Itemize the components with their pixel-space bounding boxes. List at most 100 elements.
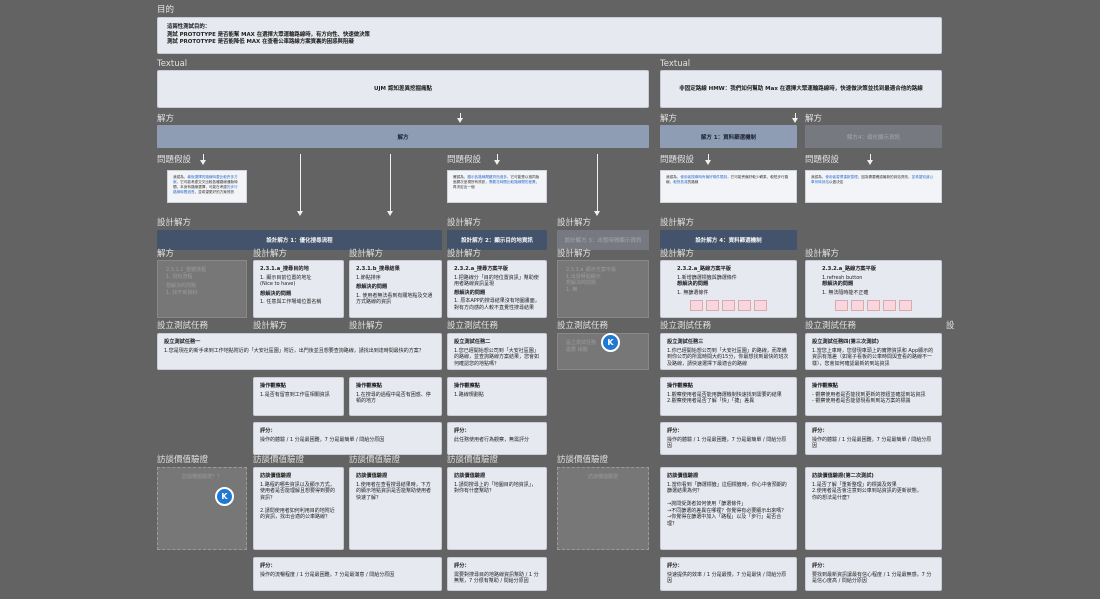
card-title: 評分：	[260, 563, 276, 569]
solution-card-refresh[interactable]: 2.3.2.a_路線方案平版 1.refresh button 想解決的問題 1…	[805, 260, 942, 318]
interview-card-placeholder-1[interactable]: 訪談價值驗證？？	[157, 467, 247, 550]
solution-card-route-plan[interactable]: 2.3.2.a_搜尋方案平版 1.把路線分「目的地位置資訊」幫助使用者路線資訊呈…	[447, 260, 547, 318]
interview-card-3[interactable]: 訪談價值驗證 1.請問搜尋上的「地圖目的地資訊」，對你有什麼幫助？	[447, 467, 547, 550]
filter-mockup-thumbnails	[677, 300, 780, 311]
design-sub-label: 設計解方	[660, 249, 695, 259]
card-title: 訪談價值驗證	[356, 473, 388, 479]
interview-label: 訪談價值驗證	[253, 455, 305, 465]
score-card-8[interactable]: 評分： 要找到最新資訊讓最有信心程度 / 1 分是最無感，7 分是信心度高 / …	[805, 557, 942, 591]
card-text: 1. 任意與工作場域位置名稱	[260, 299, 322, 305]
card-text: 1. 使用者無法看到有關地點及交通方式路線的資訊	[356, 292, 433, 306]
interview-card-2[interactable]: 訪談價值驗證 1.使用者在查看搜尋結果時，下方的顯示地點資訊是否能幫助使用者快速…	[349, 467, 442, 550]
interview-card-5[interactable]: 訪談價值驗證(第二次測試) 1.是否了解「重新整理」的標識及效果 2.使用者是否…	[805, 467, 942, 550]
card-title: 評分：	[454, 428, 470, 434]
task-label: 設立測試任務	[557, 321, 609, 331]
design-solution-1-text: 設計解方 1：優化搜尋流程	[266, 238, 333, 244]
task-card-3[interactable]: 設立測試任務三 1.你已經開始想公司到「大安社區園」的路線，而準備到你公司的所需…	[660, 333, 797, 370]
task-card-2[interactable]: 設立測試任務二 1.您已經開始想公司到「大安社區園」的路線，並查詢路線方案結果，…	[447, 333, 547, 370]
design-solution-3-bar[interactable]: 設計解方 3：出發時間顯示資訊	[557, 230, 649, 250]
interview-card-1[interactable]: 訪談價值驗證 1.路程的哪些資訊以及顯示方式，使用者是否能理解且想要得到要的資訊…	[253, 467, 344, 550]
design-solution-2-bar[interactable]: 設計解方 2：顯示目的地資訊	[447, 230, 547, 250]
goal-box[interactable]: 這兩性測試目的： 測試 PROTOTYPE 是否能幫 MAX 在選擇大眾運輸路線…	[157, 17, 942, 54]
hypothesis-card-1[interactable]: 我認為，最後選擇的路線時要比較許多方案，它可能考慮交叉比較各種路線通勤時間、本身…	[167, 170, 247, 203]
interview-label: 訪談價值驗證	[557, 455, 609, 465]
textual-left-box[interactable]: UJM 認知差異挖掘痛點	[157, 70, 649, 108]
solution-bar-text: 解方	[397, 134, 409, 141]
hypothesis-card-3[interactable]: 我認為，使用者搜尋時有偏好條件限制，它可能會偏好較少轉乘、較短步行路線、較快抵達…	[660, 170, 797, 203]
solution-card-departure[interactable]: 2.3.3.a_顯示方案平版 1.出發時間顯示 想解決的問題 1. 無	[557, 260, 649, 318]
hypothesis-text: ，並希望更好的方案資訊	[194, 190, 235, 194]
flow-arrow	[387, 154, 393, 216]
card-text: 操作的體驗 / 1 分是最困難，7 分是最簡單 / 問給分原因	[667, 436, 787, 450]
card-title: 操作觀察點	[812, 383, 838, 389]
design-solution-4-text: 設計解方 4：資料篩選機制	[695, 238, 762, 244]
score-card-2[interactable]: 評分： 此任務使用者行為觀察，無需評分	[447, 422, 547, 455]
card-text: 1.觀察使用者是否能用篩選機制快速找到需要的結果 2.觀察使用者是否了解「快」「…	[667, 391, 782, 405]
design-label-1: 設計解方	[157, 218, 192, 228]
card-text: 1. 找不到資料	[166, 289, 198, 296]
design-sub-label: 設計解方	[253, 321, 288, 331]
interview-label: 訪談價值驗證	[447, 455, 499, 465]
hypothesis-card-4[interactable]: 我認為，使用者習慣重新整理，因為需要確認最新的到站資訊，並希望知道公車何時到站以…	[805, 170, 942, 203]
card-text: 1.當您上車時，您發現車頭上的實際資訊和 App顯示的資訊有落差（如電子看板的公…	[812, 347, 934, 367]
flow-arrow	[457, 113, 463, 123]
solution-4-bar[interactable]: 解方4：個化顯示資訊	[805, 125, 942, 148]
score-card-4[interactable]: 評分： 操作的體驗 / 1 分是最困難，7 分是最簡單 / 問給分原因	[805, 422, 942, 455]
solution-1-bar[interactable]: 解方 1：資料篩選機制	[660, 125, 797, 148]
ops-card-3[interactable]: 操作觀察點 1.路線規劃點	[447, 377, 547, 416]
card-text: 想解決的問題	[454, 289, 486, 296]
goal-line-1: 這兩性測試目的：	[167, 24, 211, 30]
card-text: 操作的體驗 / 1 分是最困難，7 分是最簡單 / 問給分原因	[812, 436, 932, 450]
solution-card-overall[interactable]: 2.3.1.1_整體流程 1. 現有流程 想解決的問題 1. 找不到資料	[157, 260, 247, 318]
ops-card-1[interactable]: 操作觀察點 1.是否有留意到工作區相關資訊	[253, 377, 344, 416]
solution-card-results[interactable]: 2.3.1.b_搜尋結果 1.節點排序 想解決的問題 1. 使用者無法看到有關地…	[349, 260, 442, 318]
card-title: 設立測試任務四(第三次測試)	[812, 339, 879, 345]
solution-sub-label: 解方	[157, 249, 175, 259]
task-card-4[interactable]: 設立測試任務四(第三次測試) 1.當您上車時，您發現車頭上的實際資訊和 App顯…	[805, 333, 942, 370]
task-card-1[interactable]: 設立測試任務一 1.您是現在的新手來到工作地點附近的「大安社區園」附近，出門後並…	[157, 333, 442, 370]
design-solution-4-bar[interactable]: 設計解方 4：資料篩選機制	[660, 230, 797, 250]
card-text: 1.節點排序	[356, 274, 381, 281]
task-label-cut: 設	[946, 321, 955, 331]
hypothesis-highlight: 顯示各路線關鍵資訊過多	[467, 175, 507, 179]
interview-card-placeholder-2[interactable]: 訪談價值驗證	[557, 467, 649, 550]
refresh-mockup-thumbnails	[822, 300, 925, 311]
card-title: 評分：	[812, 428, 828, 434]
textual-right-box[interactable]: 非固定路線 HMW：我們如何幫助 Max 在選擇大眾運輸路線時，快速做決策並找到…	[660, 70, 942, 108]
card-title: 操作觀察點	[260, 383, 286, 389]
hypothesis-text: ，因為需要確認最新的到站資訊，	[857, 175, 912, 179]
solution-1-text: 解方 1：資料篩選機制	[700, 134, 757, 141]
flow-arrow	[200, 154, 206, 165]
hypothesis-highlight: 使用者搜尋時有偏好條件限制	[680, 175, 728, 179]
hypothesis-card-2[interactable]: 確認為，顯示各路線關鍵資訊過多，它可能是以相同版面層次呈現所有資訊，需要花時間比…	[447, 170, 547, 203]
card-title: 訪談價值驗證	[667, 473, 699, 479]
score-card-3[interactable]: 評分： 操作的體驗 / 1 分是最困難，7 分是最簡單 / 問給分原因	[660, 422, 797, 455]
solution-card-destination[interactable]: 2.3.1.a_搜尋目的地 1. 顯示目前位置的地址 (Nice to have…	[253, 260, 344, 318]
score-card-1[interactable]: 評分： 操作的體驗 / 1 分是最困難，7 分是最簡單 / 問給分原因	[253, 422, 442, 455]
score-card-5[interactable]: 評分： 操作的流暢程度 / 1 分是最困難，7 分是最滿意 / 問給分原因	[253, 557, 442, 591]
card-text: - 觀察使用者是否能找到更新的按鈕並確認到站資訊 - 觀察使用者是否能發現看到到…	[812, 391, 926, 405]
solution-4-text: 解方4：個化顯示資訊	[847, 134, 900, 141]
card-text: 1.您是現在的新手來到工作地點附近的「大安社區園」附近，出門後並且想要查詢路線，…	[164, 347, 424, 354]
design-solution-1-bar[interactable]: 設計解方 1：優化搜尋流程	[157, 230, 442, 250]
card-title: 訪談價值驗證	[260, 473, 292, 479]
card-text: 1.路線規劃點	[454, 391, 484, 398]
interview-card-4[interactable]: 訪談價值驗證 1.當你看到「篩選標籤」這個標籤時，你心中會預期的篩選結果為何？ …	[660, 467, 797, 550]
ops-card-4[interactable]: 操作觀察點 1.觀察使用者是否能用篩選機制快速找到需要的結果 2.觀察使用者是否…	[660, 377, 797, 416]
card-title: 訪談價值驗證	[587, 474, 618, 480]
ops-card-5[interactable]: 操作觀察點 - 觀察使用者是否能找到更新的按鈕並確認到站資訊 - 觀察使用者是否…	[805, 377, 942, 416]
score-card-7[interactable]: 評分： 快速提供的效率 / 1 分是最慢，7 分是最快 / 問給分原因	[660, 557, 797, 591]
solution-bar[interactable]: 解方	[157, 125, 649, 148]
solution-card-filter[interactable]: 2.3.2.a_路線方案平版 1.新增篩選標籤與篩選條件 想解決的問題 1. 無…	[660, 260, 797, 318]
user-avatar[interactable]: K	[215, 487, 234, 506]
card-title: 2.3.2.a_搜尋方案平版	[454, 266, 508, 272]
card-title: 2.3.2.a_路線方案平版	[677, 266, 731, 272]
card-text: 要找到最新資訊讓最有信心程度 / 1 分是最無感，7 分是信心度高 / 問給分原…	[812, 571, 932, 585]
ops-card-2[interactable]: 操作觀察點 1.在搜尋的過程中是否有困惑、停頓的地方	[349, 377, 442, 416]
score-card-6[interactable]: 評分： 需要對搜尋目的地路線資訊幫助 / 1 分無幫，7 分很有幫助 / 問給分…	[447, 557, 547, 591]
card-title: 設立測試任務一	[164, 339, 201, 345]
card-text: 1.在搜尋的過程中是否有困惑、停頓的地方	[356, 391, 431, 405]
hypothesis-text: 我認為，	[666, 175, 681, 179]
hypothesis-text: 的路線	[687, 180, 699, 184]
user-avatar[interactable]: K	[601, 333, 620, 352]
